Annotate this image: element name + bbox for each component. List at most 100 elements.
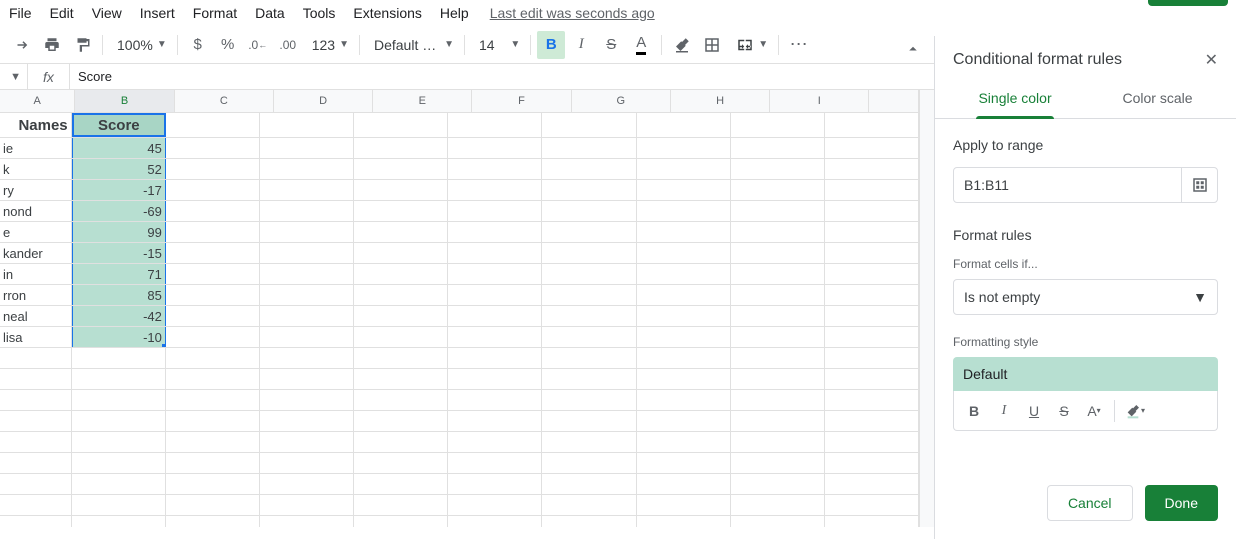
cell[interactable] [825, 390, 919, 410]
cell-header-score[interactable]: Score [72, 113, 166, 137]
cell[interactable] [637, 285, 731, 305]
cell[interactable] [731, 390, 825, 410]
cell[interactable] [542, 201, 636, 221]
cell[interactable] [166, 222, 260, 242]
cell[interactable] [354, 327, 448, 347]
cell[interactable] [0, 432, 72, 452]
cell[interactable] [637, 138, 731, 158]
cell[interactable] [731, 411, 825, 431]
cell[interactable] [637, 201, 731, 221]
tab-single-color[interactable]: Single color [972, 80, 1057, 118]
menu-help[interactable]: Help [431, 1, 478, 25]
menu-format[interactable]: Format [184, 1, 246, 25]
cell[interactable] [542, 453, 636, 473]
cell[interactable] [260, 453, 354, 473]
cell[interactable] [448, 432, 542, 452]
bold-button[interactable]: B [537, 31, 565, 59]
italic-button[interactable]: I [567, 31, 595, 59]
cell[interactable] [542, 327, 636, 347]
cell[interactable] [260, 390, 354, 410]
cell[interactable] [354, 306, 448, 326]
cell[interactable] [166, 243, 260, 263]
menu-edit[interactable]: Edit [41, 1, 83, 25]
cell[interactable] [260, 432, 354, 452]
style-italic-button[interactable]: I [990, 397, 1018, 425]
cell[interactable] [354, 243, 448, 263]
cell[interactable] [825, 306, 919, 326]
spreadsheet-grid[interactable]: A B C D E F G H I NamesScoreie45k52ry-17… [0, 90, 934, 527]
cell[interactable] [0, 495, 72, 515]
cell[interactable] [542, 180, 636, 200]
cell[interactable] [260, 495, 354, 515]
cell[interactable] [542, 306, 636, 326]
cell[interactable] [354, 453, 448, 473]
style-preview[interactable]: Default [953, 357, 1218, 391]
menu-file[interactable]: File [0, 1, 41, 25]
cell[interactable] [637, 411, 731, 431]
cell[interactable] [448, 264, 542, 284]
cell[interactable] [0, 369, 72, 389]
tab-color-scale[interactable]: Color scale [1117, 80, 1199, 118]
cell[interactable] [354, 432, 448, 452]
cell[interactable] [260, 327, 354, 347]
cell[interactable] [731, 348, 825, 368]
cell[interactable] [542, 222, 636, 242]
cell[interactable] [260, 113, 354, 137]
col-header-e[interactable]: E [373, 90, 472, 112]
cell[interactable] [731, 243, 825, 263]
cell[interactable] [166, 348, 260, 368]
borders-button[interactable] [698, 31, 726, 59]
style-fill-color-button[interactable]: ▾ [1121, 397, 1149, 425]
cell[interactable] [354, 390, 448, 410]
cell[interactable] [354, 495, 448, 515]
cell[interactable] [731, 222, 825, 242]
menu-extensions[interactable]: Extensions [344, 1, 430, 25]
cell[interactable] [72, 411, 166, 431]
cell-name[interactable]: ry [0, 180, 72, 200]
cell[interactable] [448, 474, 542, 494]
cell[interactable] [260, 180, 354, 200]
cell[interactable] [448, 453, 542, 473]
cell[interactable] [448, 348, 542, 368]
cell-score[interactable]: -42 [72, 306, 166, 326]
cell[interactable] [260, 369, 354, 389]
cell[interactable] [72, 348, 166, 368]
cell[interactable] [637, 348, 731, 368]
text-color-button[interactable]: A [627, 31, 655, 59]
cell[interactable] [448, 138, 542, 158]
cell[interactable] [825, 138, 919, 158]
cell-score[interactable]: 71 [72, 264, 166, 284]
cell-score[interactable]: -69 [72, 201, 166, 221]
cell[interactable] [166, 138, 260, 158]
increase-decimal-button[interactable]: .00 [274, 31, 302, 59]
style-underline-button[interactable]: U [1020, 397, 1048, 425]
cell[interactable] [448, 495, 542, 515]
cell[interactable] [542, 159, 636, 179]
cell[interactable] [637, 390, 731, 410]
cell[interactable] [260, 474, 354, 494]
cell[interactable] [354, 411, 448, 431]
paint-format-button[interactable] [68, 31, 96, 59]
cell[interactable] [260, 411, 354, 431]
cell[interactable] [825, 411, 919, 431]
cell-score[interactable]: 45 [72, 138, 166, 158]
cancel-button[interactable]: Cancel [1047, 485, 1133, 521]
cell[interactable] [166, 390, 260, 410]
cell[interactable] [354, 138, 448, 158]
cell[interactable] [731, 113, 825, 137]
cell[interactable] [260, 516, 354, 527]
cell[interactable] [166, 264, 260, 284]
cell[interactable] [0, 390, 72, 410]
cell[interactable] [354, 201, 448, 221]
cell[interactable] [448, 113, 542, 137]
cell[interactable] [448, 411, 542, 431]
cell[interactable] [354, 159, 448, 179]
cell[interactable] [825, 285, 919, 305]
cell[interactable] [166, 285, 260, 305]
fill-color-button[interactable] [668, 31, 696, 59]
cell[interactable] [731, 453, 825, 473]
cell-score[interactable]: 52 [72, 159, 166, 179]
cell[interactable] [825, 348, 919, 368]
select-range-icon[interactable] [1181, 168, 1217, 202]
cell[interactable] [825, 243, 919, 263]
